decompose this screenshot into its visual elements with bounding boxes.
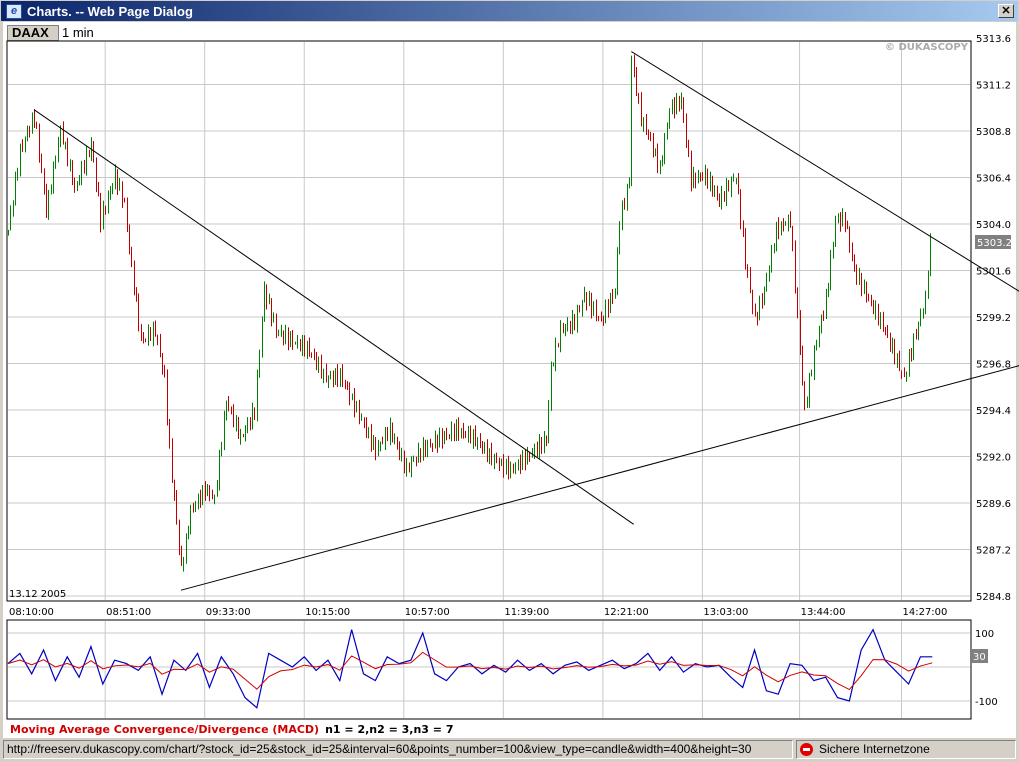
status-bar: http://freeserv.dukascopy.com/chart/?sto… — [0, 738, 1019, 762]
macd-title-text: Moving Average Convergence/Divergence (M… — [10, 723, 319, 736]
y-tick-label: 5299.2 — [976, 313, 1011, 324]
y-tick-label: 5308.8 — [976, 127, 1011, 138]
y-tick-label: 5313.6 — [976, 34, 1011, 45]
y-tick-label: 5304.0 — [976, 220, 1011, 231]
macd-title: Moving Average Convergence/Divergence (M… — [10, 723, 453, 736]
security-zone: Sichere Internetzone — [796, 740, 1016, 759]
watermark: © DUKASCOPY — [885, 42, 969, 53]
zone-label: Sichere Internetzone — [819, 742, 930, 756]
macd-params: n1 = 2,n2 = 3,n3 = 7 — [325, 723, 453, 736]
x-tick-label: 08:51:00 — [106, 607, 151, 618]
x-tick-label: 09:33:00 — [206, 607, 251, 618]
x-tick-label: 12:21:00 — [604, 607, 649, 618]
price-plot-area — [6, 40, 972, 602]
y-tick-label: 5287.2 — [976, 546, 1011, 557]
x-tick-label: 11:39:00 — [504, 607, 549, 618]
macd-value-label: 30 — [973, 652, 986, 663]
y-tick-label: 5292.0 — [976, 453, 1011, 464]
date-label: 13.12 2005 — [9, 589, 66, 600]
y-tick-label: 5294.4 — [976, 406, 1011, 417]
x-tick-label: 10:57:00 — [405, 607, 450, 618]
x-tick-label: 10:15:00 — [305, 607, 350, 618]
y-tick-label: 5296.8 — [976, 360, 1011, 371]
current-price-label: 5303.2 — [977, 238, 1012, 249]
macd-tick-label: -100 — [975, 697, 998, 708]
y-tick-label: 5289.6 — [976, 499, 1011, 510]
price-chart: © DUKASCOPY 13.12 2005 5303.2 30 Moving … — [6, 34, 1019, 736]
y-tick-label: 5284.8 — [976, 592, 1011, 603]
x-tick-label: 08:10:00 — [9, 607, 54, 618]
no-entry-icon — [800, 743, 813, 756]
status-url: http://freeserv.dukascopy.com/chart/?sto… — [3, 740, 793, 759]
y-tick-label: 5311.2 — [976, 81, 1011, 92]
x-tick-label: 13:03:00 — [703, 607, 748, 618]
y-tick-label: 5306.4 — [976, 174, 1011, 185]
macd-tick-label: 100 — [975, 629, 994, 640]
x-tick-label: 13:44:00 — [801, 607, 846, 618]
x-tick-label: 14:27:00 — [902, 607, 947, 618]
y-tick-label: 5301.6 — [976, 267, 1011, 278]
